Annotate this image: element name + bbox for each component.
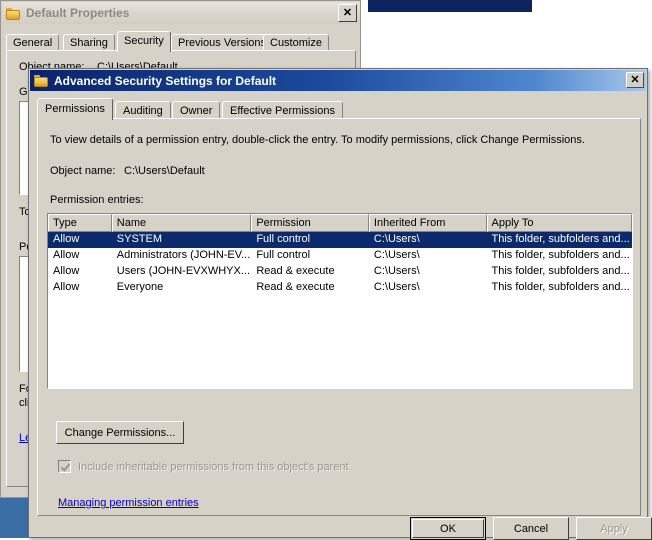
desktop-background bbox=[368, 12, 652, 68]
cell-type: Allow bbox=[53, 249, 80, 261]
cell-permission: Full control bbox=[256, 249, 311, 261]
managing-permission-entries-link[interactable]: Managing permission entries bbox=[58, 497, 199, 509]
permission-entries-list[interactable]: Type Name Permission Inherited From Appl… bbox=[47, 213, 633, 389]
table-row[interactable]: Allow Administrators (JOHN-EV... Full co… bbox=[48, 248, 632, 264]
cancel-button-label: Cancel bbox=[513, 522, 549, 535]
cell-apply-to: This folder, subfolders and... bbox=[491, 265, 630, 277]
permission-entries-label: Permission entries: bbox=[50, 194, 144, 206]
table-row[interactable]: Allow Everyone Read & execute C:\Users\ … bbox=[48, 280, 632, 296]
cell-permission: Read & execute bbox=[256, 281, 335, 293]
cell-apply-to: This folder, subfolders and... bbox=[491, 233, 630, 245]
tab-general[interactable]: General bbox=[6, 34, 60, 51]
cell-type: Allow bbox=[53, 265, 80, 277]
cell-name: SYSTEM bbox=[116, 233, 163, 245]
properties-title-bar[interactable]: Default Properties bbox=[2, 2, 360, 24]
advanced-dialog-tab-strip[interactable]: Permissions Auditing Owner Effective Per… bbox=[37, 98, 641, 120]
ok-button-label: OK bbox=[440, 522, 456, 535]
instruction-text: To view details of a permission entry, d… bbox=[50, 134, 585, 146]
cell-apply-to: This folder, subfolders and... bbox=[491, 249, 630, 261]
cell-permission: Full control bbox=[256, 233, 311, 245]
folder-icon bbox=[34, 74, 49, 87]
advanced-dialog-title: Advanced Security Settings for Default bbox=[54, 73, 277, 88]
table-row[interactable]: Allow SYSTEM Full control C:\Users\ This… bbox=[48, 232, 632, 248]
properties-tab-strip[interactable]: General Sharing Security Previous Versio… bbox=[6, 31, 356, 52]
advanced-security-settings-dialog[interactable]: Advanced Security Settings for Default ✕… bbox=[28, 68, 652, 540]
cell-apply-to: This folder, subfolders and... bbox=[491, 281, 630, 293]
cell-inherited-from: C:\Users\ bbox=[373, 265, 420, 277]
apply-button: Apply bbox=[576, 517, 652, 540]
cancel-button[interactable]: Cancel bbox=[493, 517, 569, 540]
ok-button-inner: OK bbox=[412, 519, 484, 538]
folder-icon bbox=[6, 7, 21, 20]
cell-name: Administrators (JOHN-EV... bbox=[116, 249, 251, 261]
tab-permissions[interactable]: Permissions bbox=[37, 98, 113, 120]
apply-button-label: Apply bbox=[600, 522, 628, 535]
tab-owner[interactable]: Owner bbox=[172, 101, 221, 119]
column-header-name[interactable]: Name bbox=[111, 214, 252, 232]
include-inheritable-permissions-row[interactable]: Include inheritable permissions from thi… bbox=[58, 460, 349, 473]
close-icon[interactable]: ✕ bbox=[626, 72, 644, 88]
properties-window-title: Default Properties bbox=[26, 6, 130, 20]
cell-name: Everyone bbox=[116, 281, 164, 293]
column-header-type[interactable]: Type bbox=[48, 214, 112, 232]
tab-auditing[interactable]: Auditing bbox=[115, 101, 171, 119]
cell-permission: Read & execute bbox=[256, 265, 335, 277]
table-header-row[interactable]: Type Name Permission Inherited From Appl… bbox=[48, 214, 632, 232]
ok-button[interactable]: OK bbox=[410, 517, 486, 540]
column-header-inherited-from[interactable]: Inherited From bbox=[368, 214, 487, 232]
cell-inherited-from: C:\Users\ bbox=[373, 281, 420, 293]
cell-inherited-from: C:\Users\ bbox=[373, 249, 420, 261]
advanced-dialog-title-bar[interactable]: Advanced Security Settings for Default bbox=[30, 70, 646, 91]
desktop-top-bar bbox=[368, 0, 532, 12]
object-name-value: C:\Users\Default bbox=[124, 165, 205, 177]
change-permissions-button[interactable]: Change Permissions... bbox=[56, 421, 184, 444]
table-row[interactable]: Allow Users (JOHN-EVXWHYX... Read & exec… bbox=[48, 264, 632, 280]
permissions-tab-page: To view details of a permission entry, d… bbox=[37, 118, 641, 516]
include-inheritable-permissions-checkbox[interactable] bbox=[58, 460, 71, 473]
cell-type: Allow bbox=[53, 233, 80, 245]
object-name-label: Object name: bbox=[50, 165, 116, 177]
column-header-apply-to[interactable]: Apply To bbox=[486, 214, 632, 232]
tab-effective-permissions[interactable]: Effective Permissions bbox=[222, 101, 343, 119]
change-permissions-label: Change Permissions... bbox=[64, 426, 176, 439]
cell-name: Users (JOHN-EVXWHYX... bbox=[116, 265, 251, 277]
cell-type: Allow bbox=[53, 281, 80, 293]
dialog-button-bar: OK Cancel Apply bbox=[30, 517, 652, 540]
column-header-permission[interactable]: Permission bbox=[251, 214, 369, 232]
tab-customize[interactable]: Customize bbox=[263, 34, 329, 51]
tab-security[interactable]: Security bbox=[117, 31, 171, 52]
tab-sharing[interactable]: Sharing bbox=[63, 34, 115, 51]
close-icon[interactable]: ✕ bbox=[338, 4, 357, 22]
include-inheritable-permissions-label: Include inheritable permissions from thi… bbox=[78, 460, 349, 473]
cell-inherited-from: C:\Users\ bbox=[373, 233, 420, 245]
tab-previous-versions[interactable]: Previous Versions bbox=[171, 34, 274, 51]
